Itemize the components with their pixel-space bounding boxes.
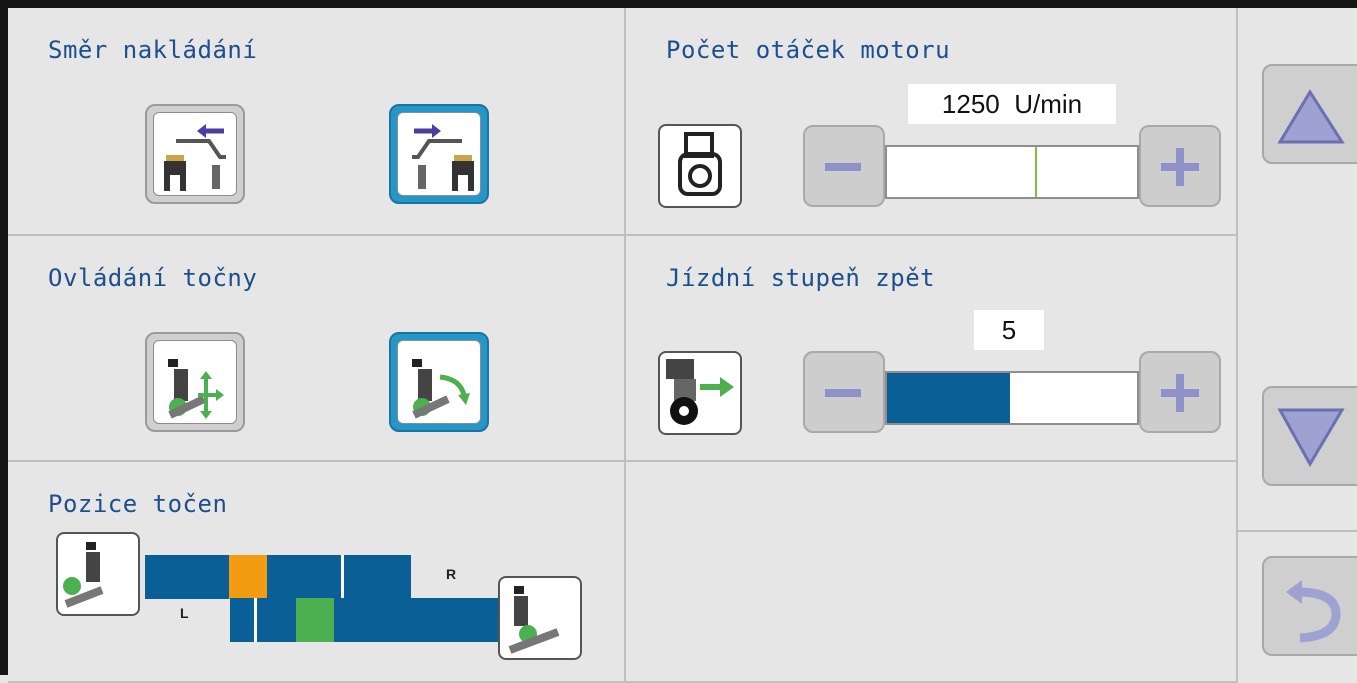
- minus-icon: [825, 389, 861, 397]
- load-direction-left-button[interactable]: [145, 104, 245, 204]
- left-position-separator: [254, 598, 257, 642]
- engine-speed-plus-button[interactable]: [1139, 125, 1221, 207]
- panel-engine-speed: Počet otáček motoru 1250 U/min: [626, 8, 1238, 236]
- panel-title: Ovládání točny: [48, 264, 258, 292]
- engine-speed-marker: [1035, 147, 1037, 197]
- panel-title: Počet otáček motoru: [666, 36, 951, 64]
- panel-title: Směr nakládání: [48, 36, 258, 64]
- plus-icon-vertical: [1176, 374, 1184, 412]
- triangle-down-icon: [1277, 408, 1345, 468]
- triangle-up-icon: [1277, 89, 1345, 144]
- plus-icon-vertical: [1176, 148, 1184, 186]
- turntable-position-left-bar: [230, 598, 504, 642]
- panel-title: Jízdní stupeň zpět: [666, 264, 936, 292]
- panel-title: Pozice točen: [48, 490, 228, 518]
- engine-speed-minus-button[interactable]: [803, 125, 885, 207]
- turntable-position-right-bar: [145, 555, 411, 599]
- turntable-rotate-button[interactable]: [389, 332, 489, 432]
- turntable-lateral-icon: [153, 340, 237, 424]
- turntable-right-icon: [498, 576, 582, 660]
- loader-right-icon: [397, 112, 481, 196]
- right-position-orange-marker: [229, 555, 267, 599]
- turntable-rotate-icon: [397, 340, 481, 424]
- return-arrow-icon: [1286, 580, 1341, 643]
- panel-reverse-gear: Jízdní stupeň zpět 5: [626, 236, 1238, 462]
- turntable-lateral-button[interactable]: [145, 332, 245, 432]
- panel-empty: [626, 462, 1238, 683]
- right-position-separator: [341, 555, 344, 599]
- engine-speed-value: 1250 U/min: [908, 84, 1116, 124]
- left-position-green-marker: [296, 598, 334, 642]
- reverse-gear-bar: [885, 371, 1139, 425]
- load-direction-right-button[interactable]: [389, 104, 489, 204]
- reverse-gear-plus-button[interactable]: [1139, 351, 1221, 433]
- screen-frame: Směr nakládání Počet otáček motoru 1250 …: [0, 0, 1357, 683]
- turntable-right-label: R: [446, 566, 457, 582]
- turntable-left-icon: [56, 532, 140, 616]
- scroll-down-button[interactable]: [1262, 386, 1357, 486]
- panel-loading-direction: Směr nakládání: [8, 8, 626, 236]
- turntable-left-label: L: [180, 605, 189, 621]
- engine-speed-bar: [885, 145, 1139, 199]
- panel-turntable-control: Ovládání točny: [8, 236, 626, 462]
- loader-left-icon: [153, 112, 237, 196]
- back-button[interactable]: [1262, 556, 1357, 656]
- reverse-gear-minus-button[interactable]: [803, 351, 885, 433]
- reverse-gear-value: 5: [974, 310, 1044, 350]
- reverse-gear-bar-fill: [887, 373, 1010, 423]
- panel-turntable-position: Pozice točen R L: [8, 462, 626, 683]
- scroll-up-button[interactable]: [1262, 64, 1357, 164]
- sidebar-divider: [1238, 530, 1357, 532]
- engine-icon: [658, 124, 742, 208]
- minus-icon: [825, 163, 861, 171]
- gear-drive-icon: [658, 351, 742, 435]
